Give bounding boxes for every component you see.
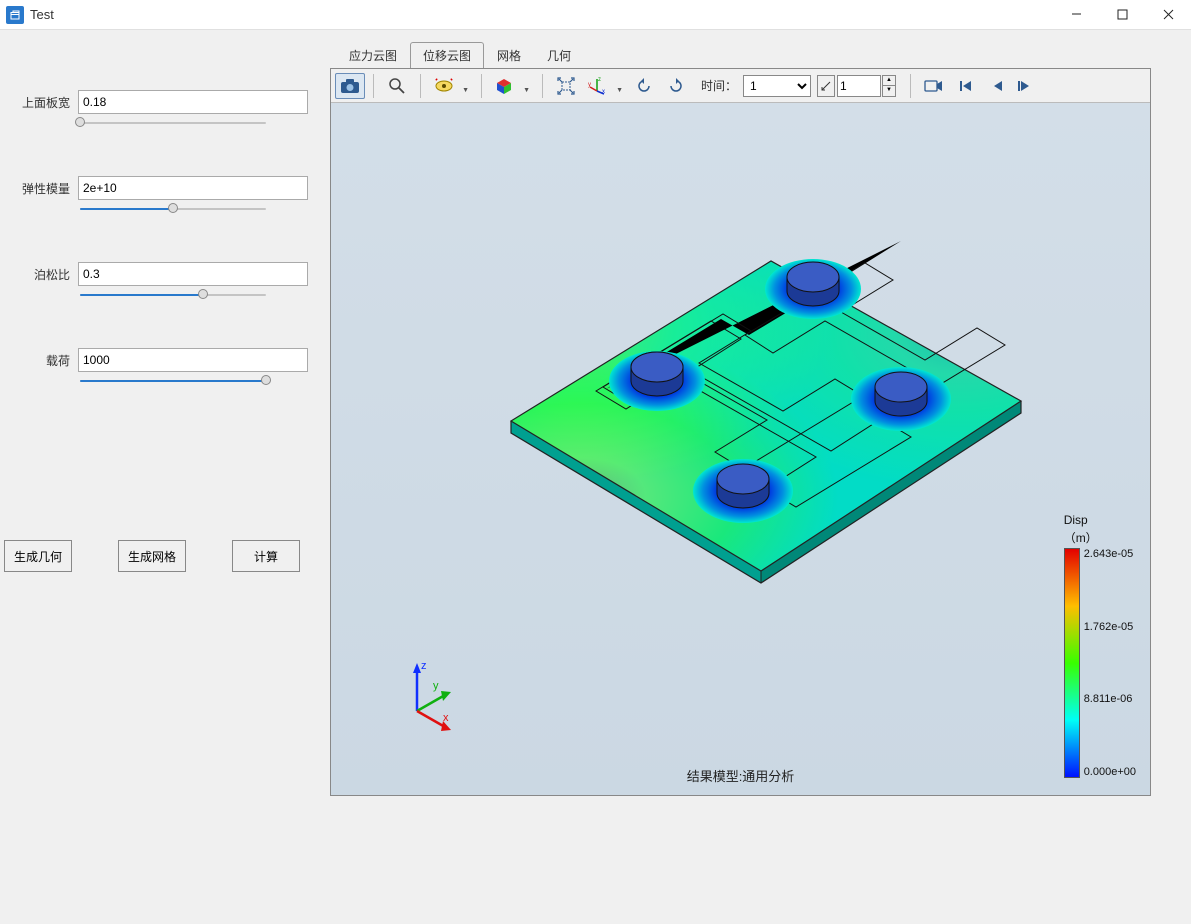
param-input-poisson[interactable] <box>78 262 308 286</box>
time-step-input[interactable] <box>837 75 881 97</box>
fit-view-icon[interactable] <box>551 73 581 99</box>
spinner-up-icon[interactable]: ▲ <box>882 75 896 86</box>
svg-text:z: z <box>421 660 427 672</box>
param-input-modulus[interactable] <box>78 176 308 200</box>
legend-title: Disp <box>1064 513 1088 527</box>
minimize-button[interactable] <box>1053 0 1099 30</box>
time-select[interactable]: 1 <box>743 75 811 97</box>
maximize-button[interactable] <box>1099 0 1145 30</box>
title-bar: Test <box>0 0 1191 30</box>
result-model-label: 结果模型:通用分析 <box>687 766 795 785</box>
view-mode-icon[interactable]: ▼ <box>429 73 473 99</box>
axis-view-icon[interactable]: zyx ▼ <box>583 73 627 99</box>
param-label-modulus: 弹性模量 <box>18 180 70 197</box>
displacement-contour-plot <box>431 201 1051 641</box>
param-slider-width[interactable] <box>80 118 308 132</box>
time-scale-button[interactable] <box>817 75 835 97</box>
param-label-width: 上面板宽 <box>18 94 70 111</box>
color-legend: Disp （m） 2.643e-05 1.762e-05 8.811e-06 0… <box>1064 513 1136 778</box>
tab-stress[interactable]: 应力云图 <box>336 42 410 68</box>
render-style-icon[interactable]: ▼ <box>490 73 534 99</box>
separator-icon <box>420 74 421 98</box>
separator-icon <box>481 74 482 98</box>
sidebar: 上面板宽 弹性模量 泊松比 <box>0 30 326 924</box>
legend-tick: 2.643e-05 <box>1084 548 1136 560</box>
legend-tick: 1.762e-05 <box>1084 621 1136 633</box>
svg-text:x: x <box>443 712 449 724</box>
separator-icon <box>542 74 543 98</box>
legend-tick: 0.000e+00 <box>1084 766 1136 778</box>
legend-tick: 8.811e-06 <box>1084 693 1136 705</box>
snapshot-icon[interactable] <box>335 73 365 99</box>
record-icon[interactable] <box>919 73 949 99</box>
play-forward-icon[interactable] <box>1015 73 1033 99</box>
view-toolbar: ▼ ▼ z y x ▼ <box>331 69 1150 103</box>
rotate-ccw-icon[interactable] <box>629 73 659 99</box>
legend-colorbar <box>1064 548 1080 778</box>
rotate-cw-icon[interactable] <box>661 73 691 99</box>
tab-mesh[interactable]: 网格 <box>484 42 534 68</box>
svg-text:x: x <box>602 89 605 95</box>
tab-displacement[interactable]: 位移云图 <box>410 42 484 68</box>
param-slider-load[interactable] <box>80 376 308 390</box>
svg-text:y: y <box>588 82 591 88</box>
calculate-button[interactable]: 计算 <box>232 540 300 572</box>
time-label: 时间： <box>701 77 737 94</box>
viewport-3d[interactable]: Disp （m） 2.643e-05 1.762e-05 8.811e-06 0… <box>331 103 1150 795</box>
generate-geometry-button[interactable]: 生成几何 <box>4 540 72 572</box>
axis-triad-icon: z y x <box>391 655 471 735</box>
param-slider-modulus[interactable] <box>80 204 308 218</box>
skip-start-icon[interactable] <box>951 73 981 99</box>
svg-text:y: y <box>433 680 439 692</box>
spinner-down-icon[interactable]: ▼ <box>882 86 896 97</box>
svg-text:z: z <box>598 77 601 83</box>
separator-icon <box>910 74 911 98</box>
tab-geometry[interactable]: 几何 <box>534 42 584 68</box>
window-title: Test <box>30 7 54 22</box>
param-label-poisson: 泊松比 <box>18 266 70 283</box>
param-label-load: 载荷 <box>18 352 70 369</box>
canvas-frame: ▼ ▼ zyx ▼ <box>330 68 1151 796</box>
zoom-icon[interactable] <box>382 73 412 99</box>
view-tabs: 应力云图 位移云图 网格 几何 <box>336 42 1191 68</box>
legend-unit: （m） <box>1064 529 1098 546</box>
separator-icon <box>373 74 374 98</box>
close-button[interactable] <box>1145 0 1191 30</box>
app-icon <box>6 6 24 24</box>
play-reverse-icon[interactable] <box>983 73 1013 99</box>
param-input-load[interactable] <box>78 348 308 372</box>
param-slider-poisson[interactable] <box>80 290 308 304</box>
generate-mesh-button[interactable]: 生成网格 <box>118 540 186 572</box>
param-input-width[interactable] <box>78 90 308 114</box>
